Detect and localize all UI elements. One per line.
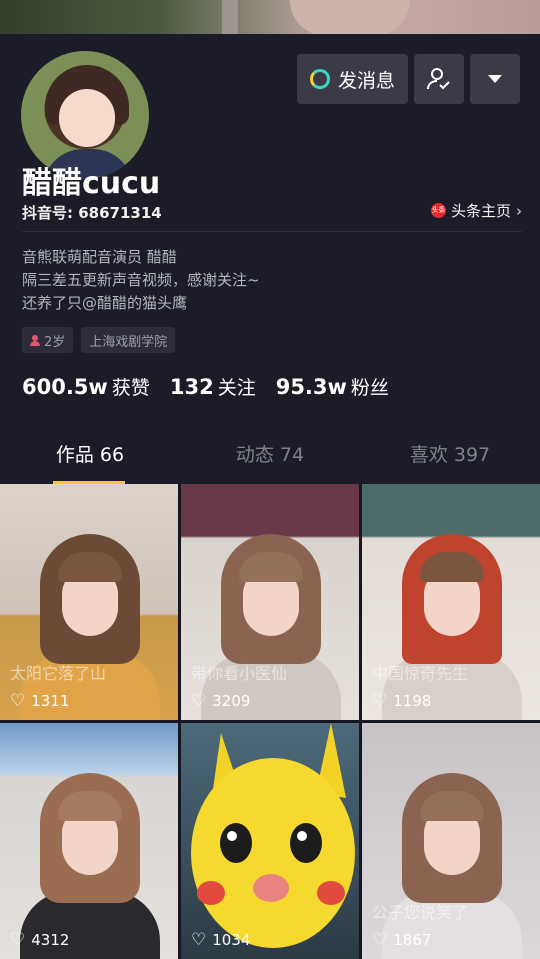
stat-fans-label: 粉丝 [350,377,389,399]
thumbnail-person [402,534,502,664]
video-likes-count: 3209 [212,692,251,710]
heart-icon: ♡ [191,690,207,711]
tab-likes[interactable]: 喜欢 397 [360,440,540,484]
thumbnail-person [40,534,140,664]
person-icon [30,334,40,346]
stat-following[interactable]: 132 关注 [170,373,256,400]
bio-line[interactable]: 还养了只@醋醋的猫头鹰 [22,292,260,315]
video-likes-count: 1198 [393,692,432,710]
video-caption: 带你看小医仙 [191,664,288,683]
followed-user-button[interactable] [414,54,464,104]
stat-likes-value: 600.5w [22,375,108,399]
stat-likes-label: 获赞 [111,377,150,399]
cover-shade [0,0,540,36]
heart-icon: ♡ [10,929,26,950]
heart-icon: ♡ [10,690,26,711]
chevron-right-icon: › [516,201,522,220]
video-likes: ♡ 4312 [10,931,69,949]
video-caption: 太阳它落了山 [10,664,107,683]
heart-icon: ♡ [372,690,388,711]
content-tabs: 作品 66 动态 74 喜欢 397 [0,440,540,484]
tab-activity-label: 动态 74 [235,444,305,466]
tab-works-label: 作品 66 [55,444,125,466]
stat-following-value: 132 [169,375,214,399]
bio: 音熊联萌配音演员 醋醋 隔三差五更新声音视频，感谢关注~ 还养了只@醋醋的猫头鹰 [22,246,260,315]
stat-likes: 600.5w 获赞 [22,373,150,400]
bio-line: 音熊联萌配音演员 醋醋 [22,248,177,266]
tag-school-label: 上海戏剧学院 [89,334,168,350]
toutiao-homepage-link[interactable]: 头条 头条主页 › [430,200,522,221]
profile-name: 醋醋cucu [22,166,161,201]
video-caption: 公子您说笑了 [372,903,469,922]
tag-age: 2岁 [22,327,74,353]
video-thumbnail[interactable]: 中国惊奇先生 ♡ 1198 [362,484,540,720]
bio-line: 隔三差五更新声音视频，感谢关注~ [22,271,260,289]
video-likes: ♡ 1198 [372,692,431,710]
send-message-label: 发消息 [337,69,395,92]
tab-works[interactable]: 作品 66 [0,440,180,484]
video-grid: 太阳它落了山 ♡ 1311 带你看小医仙 ♡ 3209 中国惊奇先生 ♡ 1198 ♡… [0,484,540,959]
video-likes-count: 4312 [31,931,70,949]
message-bubble-icon [309,69,330,89]
user-check-icon [427,68,450,90]
more-dropdown-button[interactable] [470,54,520,104]
stat-fans[interactable]: 95.3w 粉丝 [276,373,389,400]
video-likes-count: 1034 [212,931,251,949]
tab-activity[interactable]: 动态 74 [180,440,360,484]
video-thumbnail[interactable]: 公子您说笑了 ♡ 1867 [362,723,540,959]
profile-cover-image [0,0,540,36]
video-thumbnail[interactable]: 带你看小医仙 ♡ 3209 [181,484,359,720]
toutiao-logo-icon: 头条 [430,203,446,218]
tag-school: 上海戏剧学院 [81,327,176,353]
pikachu-figure [191,723,355,948]
profile-tags: 2岁 上海戏剧学院 [22,327,176,353]
divider [22,231,522,232]
tag-age-label: 2岁 [44,334,66,350]
douyin-id: 抖音号: 68671314 [22,204,162,222]
thumbnail-person [221,534,321,664]
video-likes-count: 1867 [393,931,432,949]
heart-icon: ♡ [372,929,388,950]
video-thumbnail[interactable]: ♡ 1034 [181,723,359,959]
video-likes: ♡ 1867 [372,931,431,949]
toutiao-label: 头条主页 [450,202,511,220]
thumbnail-person [402,773,502,903]
dropdown-triangle-icon [488,75,502,83]
stat-fans-value: 95.3w [275,375,347,399]
video-likes: ♡ 1034 [191,931,250,949]
avatar-face [59,89,115,147]
profile-stats: 600.5w 获赞 132 关注 95.3w 粉丝 [22,373,389,400]
video-likes: ♡ 3209 [191,692,250,710]
video-likes: ♡ 1311 [10,692,69,710]
stat-following-label: 关注 [217,377,256,399]
heart-icon: ♡ [191,929,207,950]
tab-likes-label: 喜欢 397 [409,444,491,466]
video-thumbnail[interactable]: 太阳它落了山 ♡ 1311 [0,484,178,720]
send-message-button[interactable]: 发消息 [297,54,408,104]
thumbnail-person [40,773,140,903]
video-caption: 中国惊奇先生 [372,664,469,683]
video-thumbnail[interactable]: ♡ 4312 [0,723,178,959]
video-likes-count: 1311 [31,692,70,710]
profile-header: 发消息 醋醋cucu 抖音号: 68671314 头条 头条主页 › 音熊联萌配… [0,34,540,484]
